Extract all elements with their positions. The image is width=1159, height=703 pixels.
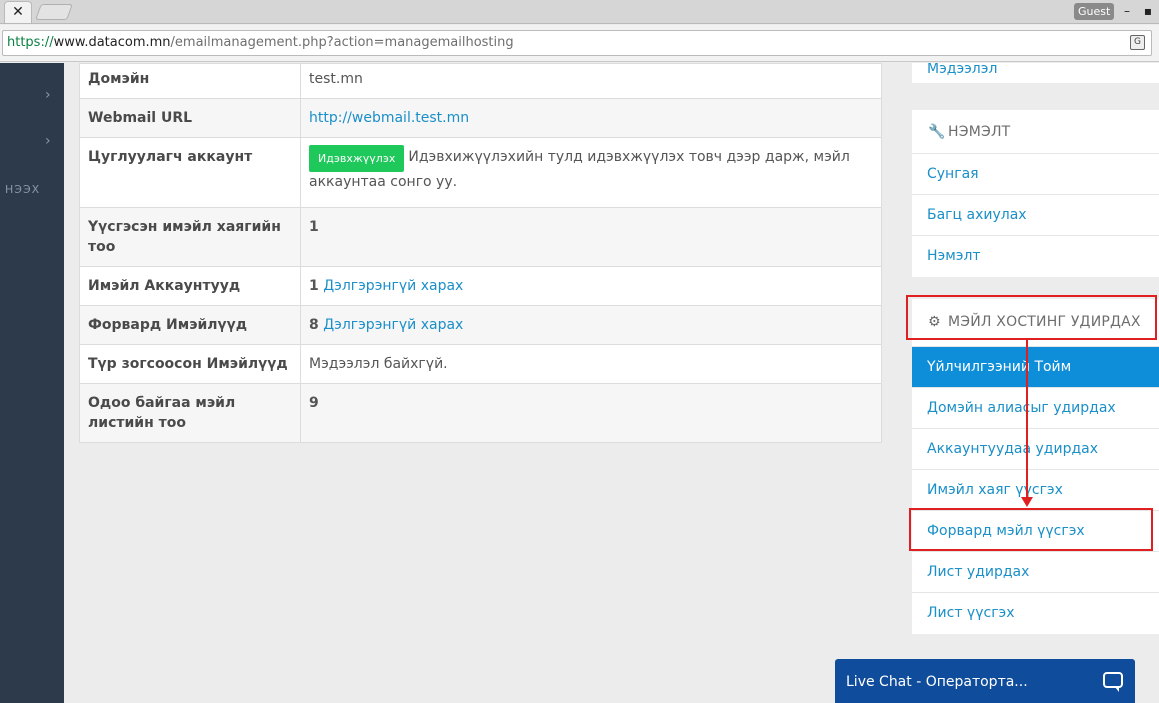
hosting-info-table: Домэйн test.mn Webmail URL http://webmai…: [79, 63, 882, 443]
sidebar-item-manage-accounts[interactable]: Аккаунтуудаа удирдах: [912, 429, 1159, 470]
window-close-button[interactable]: ▪: [1139, 2, 1157, 20]
sidebar-info-panel: Мэдээлэл: [912, 63, 1159, 83]
row-value: test.mn: [300, 63, 882, 99]
translate-icon[interactable]: G: [1130, 35, 1145, 50]
live-chat-widget[interactable]: Live Chat - Оператортa...: [835, 659, 1135, 703]
row-value: 1 Дэлгэрэнгүй харах: [300, 266, 882, 306]
row-label: Одоо байгаа мэйл листийн тоо: [79, 383, 301, 443]
tools-panel-header: 🔧 НЭМЭЛТ: [912, 110, 1159, 154]
row-value: Идэвхжүүлэх Идэвхижүүлэхийн тулд идэвхжүү…: [300, 137, 882, 208]
sidebar-item-info[interactable]: Мэдээлэл: [912, 63, 1159, 83]
table-row: Түр зогсоосон Имэйлүүд Мэдээлэл байхгүй.: [79, 344, 882, 384]
wrench-icon: 🔧: [928, 124, 946, 140]
table-row: Одоо байгаа мэйл листийн тоо 9: [79, 383, 882, 443]
annotation-box-forward: [909, 508, 1153, 551]
row-label: Имэйл Аккаунтууд: [79, 266, 301, 306]
row-value: http://webmail.test.mn: [300, 98, 882, 138]
webmail-link[interactable]: http://webmail.test.mn: [309, 110, 469, 126]
minimize-button[interactable]: –: [1118, 2, 1136, 20]
nav-label[interactable]: НЭЭХ: [5, 183, 40, 196]
details-link[interactable]: Дэлгэрэнгүй харах: [323, 317, 463, 333]
close-tab-icon[interactable]: ✕: [4, 1, 32, 23]
table-row: Форвард Имэйлүүд 8 Дэлгэрэнгүй харах: [79, 305, 882, 345]
annotation-arrow-line: [1026, 340, 1028, 498]
url-input[interactable]: https://www.datacom.mn/emailmanagement.p…: [2, 30, 1152, 56]
table-row: Үүсгэсэн имэйл хаягийн тоо 1: [79, 207, 882, 267]
sidebar-item-upgrade[interactable]: Багц ахиулах: [912, 195, 1159, 236]
row-label: Үүсгэсэн имэйл хаягийн тоо: [79, 207, 301, 267]
table-row: Цуглуулагч аккаунт Идэвхжүүлэх Идэвхижүүл…: [79, 137, 882, 208]
row-value: Мэдээлэл байхгүй.: [300, 344, 882, 384]
sidebar-item-create-list[interactable]: Лист үүсгэх: [912, 593, 1159, 634]
sidebar-item-manage-lists[interactable]: Лист удирдах: [912, 552, 1159, 593]
details-link[interactable]: Дэлгэрэнгүй харах: [323, 278, 463, 294]
sidebar-item-domain-alias[interactable]: Домэйн алиасыг удирдах: [912, 388, 1159, 429]
chevron-right-icon[interactable]: ›: [45, 87, 51, 103]
new-tab-button[interactable]: [35, 4, 73, 20]
page-content: › › НЭЭХ Домэйн test.mn Webmail URL http…: [0, 63, 1159, 703]
table-row: Имэйл Аккаунтууд 1 Дэлгэрэнгүй харах: [79, 266, 882, 306]
annotation-arrow-head: [1021, 497, 1033, 507]
row-value: 1: [300, 207, 882, 267]
left-navigation: › › НЭЭХ: [0, 63, 64, 703]
row-label: Webmail URL: [79, 98, 301, 138]
row-value: 8 Дэлгэрэнгүй харах: [300, 305, 882, 345]
row-label: Домэйн: [79, 63, 301, 99]
browser-tab-bar: ✕ Guest – ▪: [0, 0, 1159, 24]
row-label: Форвард Имэйлүүд: [79, 305, 301, 345]
sidebar-item-addons[interactable]: Нэмэлт: [912, 236, 1159, 277]
annotation-box-header: [906, 295, 1157, 340]
sidebar-item-renew[interactable]: Сунгая: [912, 154, 1159, 195]
row-label: Цуглуулагч аккаунт: [79, 137, 301, 208]
row-label: Түр зогсоосон Имэйлүүд: [79, 344, 301, 384]
chevron-right-icon[interactable]: ›: [45, 133, 51, 149]
chat-bubble-icon: [1103, 672, 1123, 692]
sidebar-item-create-email[interactable]: Имэйл хаяг үүсгэх: [912, 470, 1159, 511]
activate-button[interactable]: Идэвхжүүлэх: [309, 145, 405, 172]
sidebar-item-overview[interactable]: Үйлчилгээний Тойм: [912, 347, 1159, 388]
table-row: Webmail URL http://webmail.test.mn: [79, 98, 882, 138]
table-row: Домэйн test.mn: [79, 63, 882, 99]
url-text: https://www.datacom.mn/emailmanagement.p…: [7, 35, 514, 50]
address-bar: https://www.datacom.mn/emailmanagement.p…: [0, 25, 1159, 62]
live-chat-label: Live Chat - Оператортa...: [846, 674, 1028, 690]
sidebar-tools-panel: 🔧 НЭМЭЛТ Сунгая Багц ахиулах Нэмэлт: [912, 110, 1159, 277]
guest-profile-badge[interactable]: Guest: [1074, 3, 1115, 20]
row-value: 9: [300, 383, 882, 443]
sidebar-mail-panel: ⚙ МЭЙЛ ХОСТИНГ УДИРДАХ Үйлчилгээний Тойм …: [912, 299, 1159, 634]
